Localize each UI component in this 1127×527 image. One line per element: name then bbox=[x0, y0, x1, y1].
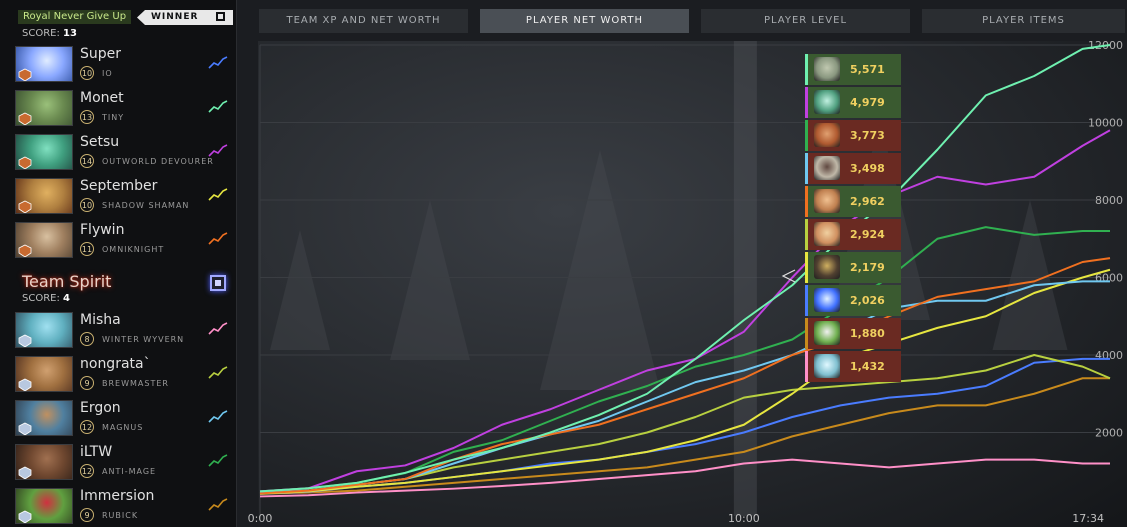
tooltip-row: 1,880 bbox=[805, 318, 901, 349]
tooltip-row: 4,979 bbox=[805, 87, 901, 118]
tooltip-net-worth-value: 2,962 bbox=[850, 195, 885, 208]
y-tick-label: 8000 bbox=[1095, 194, 1123, 207]
tooltip-net-worth-value: 1,880 bbox=[850, 327, 885, 340]
anti-mage-icon bbox=[814, 123, 840, 147]
net-worth-tooltip: 5,571 4,979 3,773 3,498 2,962 2,924 2,179 2,026… bbox=[805, 54, 901, 384]
tooltip-row: 3,773 bbox=[805, 120, 901, 151]
tooltip-row: 2,962 bbox=[805, 186, 901, 217]
brewmaster-icon bbox=[814, 222, 840, 246]
outworld-devourer-icon bbox=[814, 90, 840, 114]
rubick-icon bbox=[814, 321, 840, 345]
io-icon bbox=[814, 288, 840, 312]
x-tick-label: 0:00 bbox=[248, 512, 273, 525]
winter-wyvern-icon bbox=[814, 354, 840, 378]
y-tick-label: 2000 bbox=[1095, 427, 1123, 440]
net-worth-chart: 200040006000800010000120000:00 10:00 17:34 bbox=[248, 39, 1127, 527]
tooltip-net-worth-value: 2,924 bbox=[850, 228, 885, 241]
chart-background bbox=[258, 41, 1127, 527]
hover-time-marker bbox=[733, 41, 757, 516]
x-tick-label: 17:34 bbox=[1072, 512, 1104, 525]
tooltip-net-worth-value: 3,773 bbox=[850, 129, 885, 142]
y-tick-label: 4000 bbox=[1095, 349, 1123, 362]
tooltip-net-worth-value: 2,026 bbox=[850, 294, 885, 307]
tooltip-row: 1,432 bbox=[805, 351, 901, 382]
tooltip-row: 2,924 bbox=[805, 219, 901, 250]
x-tick-label: 10:00 bbox=[728, 512, 760, 525]
tooltip-row: 5,571 bbox=[805, 54, 901, 85]
tooltip-row: 2,179 bbox=[805, 252, 901, 283]
magnus-icon bbox=[814, 156, 840, 180]
shadow-shaman-icon bbox=[814, 255, 840, 279]
tooltip-net-worth-value: 2,179 bbox=[850, 261, 885, 274]
tiny-icon bbox=[814, 57, 840, 81]
omniknight-icon bbox=[814, 189, 840, 213]
tooltip-net-worth-value: 4,979 bbox=[850, 96, 885, 109]
tooltip-net-worth-value: 1,432 bbox=[850, 360, 885, 373]
tooltip-row: 2,026 bbox=[805, 285, 901, 316]
tooltip-net-worth-value: 5,571 bbox=[850, 63, 885, 76]
y-tick-label: 10000 bbox=[1088, 117, 1123, 130]
tooltip-net-worth-value: 3,498 bbox=[850, 162, 885, 175]
tooltip-row: 3,498 bbox=[805, 153, 901, 184]
